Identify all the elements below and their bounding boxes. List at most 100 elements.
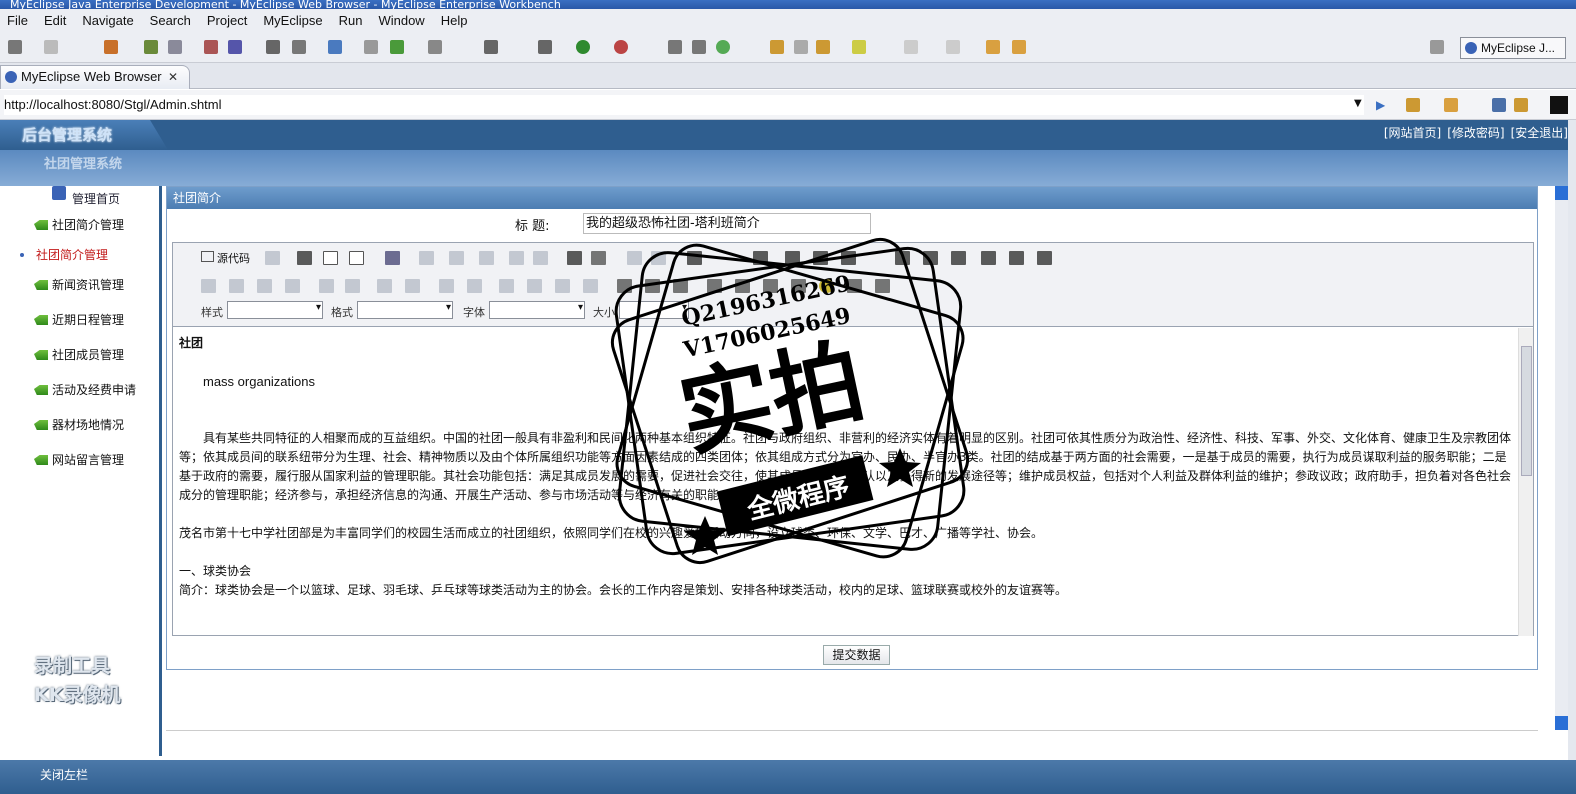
unordered-list-icon[interactable]	[405, 279, 420, 293]
menu-window[interactable]: Window	[371, 9, 431, 33]
strike-icon[interactable]	[285, 279, 300, 293]
editor-scrollbar[interactable]	[1518, 328, 1533, 636]
page-scrollbar[interactable]	[1555, 186, 1568, 730]
menu-myeclipse[interactable]: MyEclipse	[256, 9, 329, 33]
back-nav-icon[interactable]	[1444, 98, 1458, 112]
template-icon[interactable]	[385, 251, 400, 265]
outdent-icon[interactable]	[439, 279, 454, 293]
sidebar-item-messages[interactable]: 网站留言管理	[34, 449, 144, 471]
pencil-icon[interactable]	[794, 40, 808, 54]
refresh-icon[interactable]	[390, 40, 404, 54]
new-icon[interactable]	[8, 40, 22, 54]
sidebar-item-activities[interactable]: 活动及经费申请	[34, 379, 144, 401]
superscript-icon[interactable]	[345, 279, 360, 293]
annotation-icon[interactable]	[852, 40, 866, 54]
tools-icon[interactable]	[484, 40, 498, 54]
link-change-password[interactable]: [修改密码]	[1447, 124, 1504, 141]
format-select[interactable]	[357, 301, 453, 319]
menu-navigate[interactable]: Navigate	[75, 9, 140, 33]
open-perspective-icon[interactable]	[1430, 40, 1444, 54]
url-dropdown-icon[interactable]: ▼	[1354, 98, 1368, 112]
style-select[interactable]	[227, 301, 323, 319]
menu-project[interactable]: Project	[200, 9, 254, 33]
sidebar-item-intro-active[interactable]: 社团简介管理	[20, 244, 130, 266]
source-button[interactable]: 源代码	[201, 250, 250, 266]
gear-icon[interactable]	[144, 40, 158, 54]
new-package-icon[interactable]	[692, 40, 706, 54]
print-icon[interactable]	[567, 251, 582, 265]
paste-text-icon[interactable]	[509, 251, 524, 265]
underline-icon[interactable]	[257, 279, 272, 293]
menu-edit[interactable]: Edit	[37, 9, 73, 33]
tab-web-browser[interactable]: MyEclipse Web Browser ✕	[0, 65, 190, 89]
refresh-nav-icon[interactable]	[1514, 98, 1528, 112]
menu-help[interactable]: Help	[434, 9, 475, 33]
save-icon[interactable]	[44, 40, 58, 54]
sidebar-item-schedule[interactable]: 近期日程管理	[34, 309, 144, 331]
next-annotation-icon[interactable]	[904, 40, 918, 54]
subscript-icon[interactable]	[319, 279, 334, 293]
submit-button[interactable]: 提交数据	[823, 645, 890, 665]
align-center-icon[interactable]	[527, 279, 542, 293]
view-icon[interactable]	[428, 40, 442, 54]
edit-icon[interactable]	[204, 40, 218, 54]
box-icon[interactable]	[104, 40, 118, 54]
paste-icon[interactable]	[479, 251, 494, 265]
back-icon[interactable]	[986, 40, 1000, 54]
deploy-icon[interactable]	[266, 40, 280, 54]
perspective-button[interactable]: MyEclipse J...	[1460, 37, 1566, 59]
sidebar-home-link[interactable]: 管理首页	[72, 190, 120, 207]
align-right-icon[interactable]	[555, 279, 570, 293]
justify-icon[interactable]	[583, 279, 598, 293]
preview-icon[interactable]	[265, 251, 280, 265]
new-page-icon[interactable]	[323, 251, 338, 265]
link-site-home[interactable]: [网站首页]	[1384, 124, 1441, 141]
new-class-icon[interactable]	[668, 40, 682, 54]
menu-file[interactable]: File	[0, 9, 35, 33]
imagebutton-icon[interactable]	[1009, 251, 1024, 265]
bold-icon[interactable]	[201, 279, 216, 293]
sidebar-item-intro[interactable]: 社团简介管理	[34, 214, 144, 236]
db-icon[interactable]	[364, 40, 378, 54]
hidden-field-icon[interactable]	[1037, 251, 1052, 265]
build-icon[interactable]	[292, 40, 306, 54]
go-icon[interactable]: ▶	[1376, 98, 1390, 112]
indent-icon[interactable]	[467, 279, 482, 293]
copy-icon[interactable]	[449, 251, 464, 265]
scroll-down-icon[interactable]	[1555, 716, 1568, 730]
sidebar-item-members[interactable]: 社团成员管理	[34, 344, 144, 366]
close-left-panel-button[interactable]: 关闭左栏	[40, 768, 88, 782]
scroll-thumb[interactable]	[1521, 346, 1532, 476]
forward-icon[interactable]	[1012, 40, 1026, 54]
cut-icon[interactable]	[419, 251, 434, 265]
paste-word-icon[interactable]	[533, 251, 548, 265]
button-field-icon[interactable]	[981, 251, 996, 265]
server-icon[interactable]	[168, 40, 182, 54]
font-select[interactable]	[489, 301, 585, 319]
prev-annotation-icon[interactable]	[946, 40, 960, 54]
sidebar-item-equipment[interactable]: 器材场地情况	[34, 414, 144, 436]
print-preview-icon[interactable]	[349, 251, 364, 265]
save-doc-icon[interactable]	[297, 251, 312, 265]
link-logout[interactable]: [安全退出]	[1511, 124, 1568, 141]
run-icon[interactable]	[576, 40, 590, 54]
folder-icon[interactable]	[816, 40, 830, 54]
italic-icon[interactable]	[229, 279, 244, 293]
home-icon[interactable]	[1406, 98, 1420, 112]
scroll-up-icon[interactable]	[1555, 186, 1568, 200]
close-icon[interactable]: ✕	[168, 66, 178, 88]
stop-icon[interactable]	[1492, 98, 1506, 112]
menu-icon[interactable]	[1550, 96, 1568, 114]
sidebar-item-news[interactable]: 新闻资讯管理	[34, 274, 144, 296]
url-input[interactable]: http://localhost:8080/Stgl/Admin.shtml	[4, 95, 1364, 115]
menu-search[interactable]: Search	[143, 9, 198, 33]
globe-icon[interactable]	[328, 40, 342, 54]
menu-run[interactable]: Run	[332, 9, 370, 33]
edit2-icon[interactable]	[228, 40, 242, 54]
align-left-icon[interactable]	[499, 279, 514, 293]
open-type-icon[interactable]	[770, 40, 784, 54]
external-tools-icon[interactable]	[614, 40, 628, 54]
ordered-list-icon[interactable]	[377, 279, 392, 293]
debug-icon[interactable]	[538, 40, 552, 54]
new-wizard-icon[interactable]	[716, 40, 730, 54]
